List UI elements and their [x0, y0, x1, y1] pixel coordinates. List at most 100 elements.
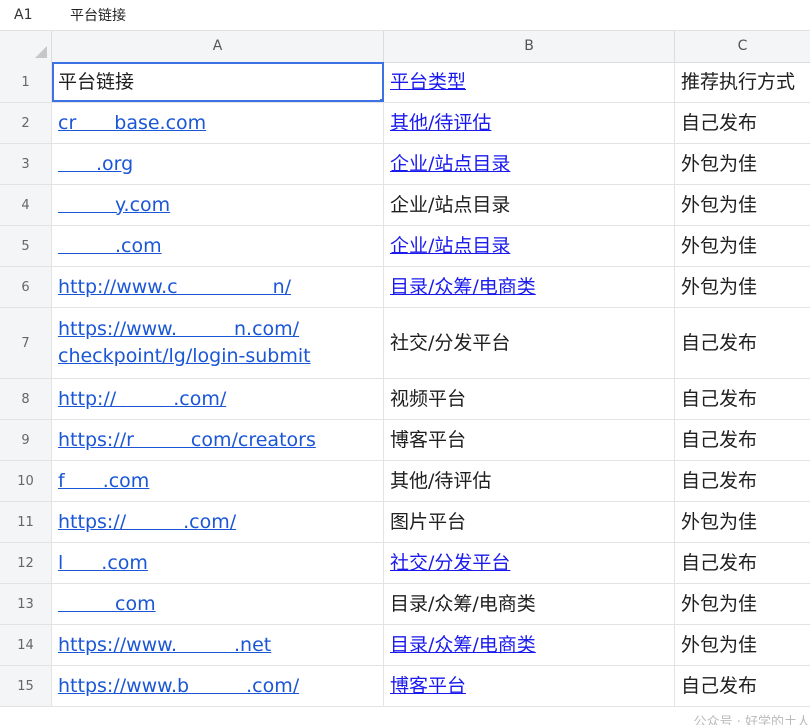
cell-platform-link[interactable]: https://r com/creators	[52, 420, 384, 460]
execution-method-text: 外包为佳	[681, 510, 758, 533]
cell-platform-link[interactable]: https://www. n.com/ checkpoint/lg/login-…	[52, 308, 384, 378]
row-number[interactable]: 10	[0, 461, 52, 501]
cell-execution-method[interactable]: 自己发布	[675, 666, 810, 706]
cell-platform-type[interactable]: 目录/众筹/电商类	[384, 625, 675, 665]
cell-platform-type[interactable]: 社交/分发平台	[384, 308, 675, 378]
cell-execution-method[interactable]: 推荐执行方式	[675, 62, 810, 102]
row-number[interactable]: 9	[0, 420, 52, 460]
platform-type-link[interactable]: 企业/站点目录	[390, 233, 510, 260]
platform-url-link[interactable]: cr base.com	[58, 110, 206, 137]
cell-execution-method[interactable]: 自己发布	[675, 543, 810, 583]
cell-platform-type[interactable]: 企业/站点目录	[384, 226, 675, 266]
column-header-a[interactable]: A	[52, 31, 384, 62]
cell-platform-type[interactable]: 图片平台	[384, 502, 675, 542]
platform-url-link[interactable]: .org	[58, 151, 133, 178]
platform-url-link[interactable]: https://www. n.com/ checkpoint/lg/login-…	[58, 316, 311, 370]
platform-url-link[interactable]: l .com	[58, 550, 148, 577]
cell-platform-type[interactable]: 其他/待评估	[384, 461, 675, 501]
cell-platform-link[interactable]: cr base.com	[52, 103, 384, 143]
cell-execution-method[interactable]: 外包为佳	[675, 502, 810, 542]
cell-execution-method[interactable]: 自己发布	[675, 379, 810, 419]
platform-url-link[interactable]: com	[58, 591, 156, 618]
platform-url-link[interactable]: http:// .com/	[58, 386, 226, 413]
cell-platform-link[interactable]: f .com	[52, 461, 384, 501]
cell-platform-type[interactable]: 博客平台	[384, 420, 675, 460]
row-number[interactable]: 1	[0, 62, 52, 102]
platform-url-link[interactable]: https://r com/creators	[58, 427, 316, 454]
column-header-b[interactable]: B	[384, 31, 675, 62]
cell-platform-link[interactable]: com	[52, 584, 384, 624]
cell-platform-link[interactable]: l .com	[52, 543, 384, 583]
platform-type-link[interactable]: 目录/众筹/电商类	[390, 274, 536, 301]
cell-platform-type[interactable]: 平台类型	[384, 62, 675, 102]
platform-url-link[interactable]: https:// .com/	[58, 509, 236, 536]
cell-execution-method[interactable]: 外包为佳	[675, 226, 810, 266]
cell-execution-method[interactable]: 外包为佳	[675, 625, 810, 665]
cell-platform-link[interactable]: https:// .com/	[52, 502, 384, 542]
platform-type-text: 企业/站点目录	[390, 193, 511, 216]
row-number[interactable]: 12	[0, 543, 52, 583]
platform-type-link[interactable]: 平台类型	[390, 69, 466, 96]
platform-type-link[interactable]: 其他/待评估	[390, 110, 491, 137]
row-number[interactable]: 5	[0, 226, 52, 266]
cell-execution-method[interactable]: 外包为佳	[675, 584, 810, 624]
row-number[interactable]: 2	[0, 103, 52, 143]
cell-execution-method[interactable]: 自己发布	[675, 461, 810, 501]
cell-platform-link[interactable]: https://www. .net	[52, 625, 384, 665]
platform-url-link[interactable]: y.com	[58, 192, 170, 219]
table-row: 9 https://r com/creators 博客平台 自己发布	[0, 420, 810, 461]
cell-execution-method[interactable]: 自己发布	[675, 103, 810, 143]
row-number[interactable]: 13	[0, 584, 52, 624]
row-number[interactable]: 15	[0, 666, 52, 706]
cell-platform-type[interactable]: 企业/站点目录	[384, 185, 675, 225]
table-row: 5 .com 企业/站点目录 外包为佳	[0, 226, 810, 267]
row-number[interactable]: 14	[0, 625, 52, 665]
cell-platform-type[interactable]: 其他/待评估	[384, 103, 675, 143]
cell-platform-link[interactable]: .com	[52, 226, 384, 266]
row-number[interactable]: 11	[0, 502, 52, 542]
execution-method-text: 外包为佳	[681, 152, 758, 175]
cell-platform-link[interactable]: 平台链接	[52, 62, 384, 102]
cell-execution-method[interactable]: 外包为佳	[675, 185, 810, 225]
platform-url-link[interactable]: .com	[58, 233, 162, 260]
cell-platform-type[interactable]: 视频平台	[384, 379, 675, 419]
watermark: 公众号 · 好学的土人	[693, 715, 810, 725]
cell-platform-type[interactable]: 目录/众筹/电商类	[384, 584, 675, 624]
row-number[interactable]: 8	[0, 379, 52, 419]
cell-platform-link[interactable]: .org	[52, 144, 384, 184]
table-row: 1 平台链接 平台类型 推荐执行方式	[0, 62, 810, 103]
cell-platform-type[interactable]: 博客平台	[384, 666, 675, 706]
cell-platform-link[interactable]: http:// .com/	[52, 379, 384, 419]
cell-platform-link[interactable]: y.com	[52, 185, 384, 225]
row-number[interactable]: 7	[0, 308, 52, 378]
cell-execution-method[interactable]: 外包为佳	[675, 144, 810, 184]
cell-platform-type[interactable]: 社交/分发平台	[384, 543, 675, 583]
platform-url-link[interactable]: http://www.c n/	[58, 274, 291, 301]
column-header-c[interactable]: C	[675, 31, 810, 62]
platform-type-link[interactable]: 社交/分发平台	[390, 550, 510, 577]
row-number[interactable]: 6	[0, 267, 52, 307]
row-number[interactable]: 3	[0, 144, 52, 184]
platform-type-link[interactable]: 目录/众筹/电商类	[390, 632, 536, 659]
execution-method-text: 外包为佳	[681, 193, 758, 216]
formula-value[interactable]: 平台链接	[62, 5, 126, 25]
select-all-corner[interactable]	[0, 31, 52, 62]
platform-url-link[interactable]: f .com	[58, 468, 149, 495]
platform-type-link[interactable]: 企业/站点目录	[390, 151, 510, 178]
platform-url-link[interactable]: https://www. .net	[58, 632, 271, 659]
cell-platform-link[interactable]: http://www.c n/	[52, 267, 384, 307]
platform-type-link[interactable]: 博客平台	[390, 673, 466, 700]
cell-execution-method[interactable]: 自己发布	[675, 308, 810, 378]
cell-platform-type[interactable]: 企业/站点目录	[384, 144, 675, 184]
platform-url-link[interactable]: https://www.b .com/	[58, 673, 299, 700]
cell-platform-link[interactable]: https://www.b .com/	[52, 666, 384, 706]
execution-method-text: 自己发布	[681, 387, 758, 410]
table-row: 15 https://www.b .com/博客平台 自己发布	[0, 666, 810, 707]
row-number[interactable]: 4	[0, 185, 52, 225]
cell-execution-method[interactable]: 外包为佳	[675, 267, 810, 307]
execution-method-text: 自己发布	[681, 674, 758, 697]
cell-execution-method[interactable]: 自己发布	[675, 420, 810, 460]
cell-reference[interactable]: A1	[0, 7, 62, 23]
cell-platform-type[interactable]: 目录/众筹/电商类	[384, 267, 675, 307]
execution-method-text: 外包为佳	[681, 633, 758, 656]
